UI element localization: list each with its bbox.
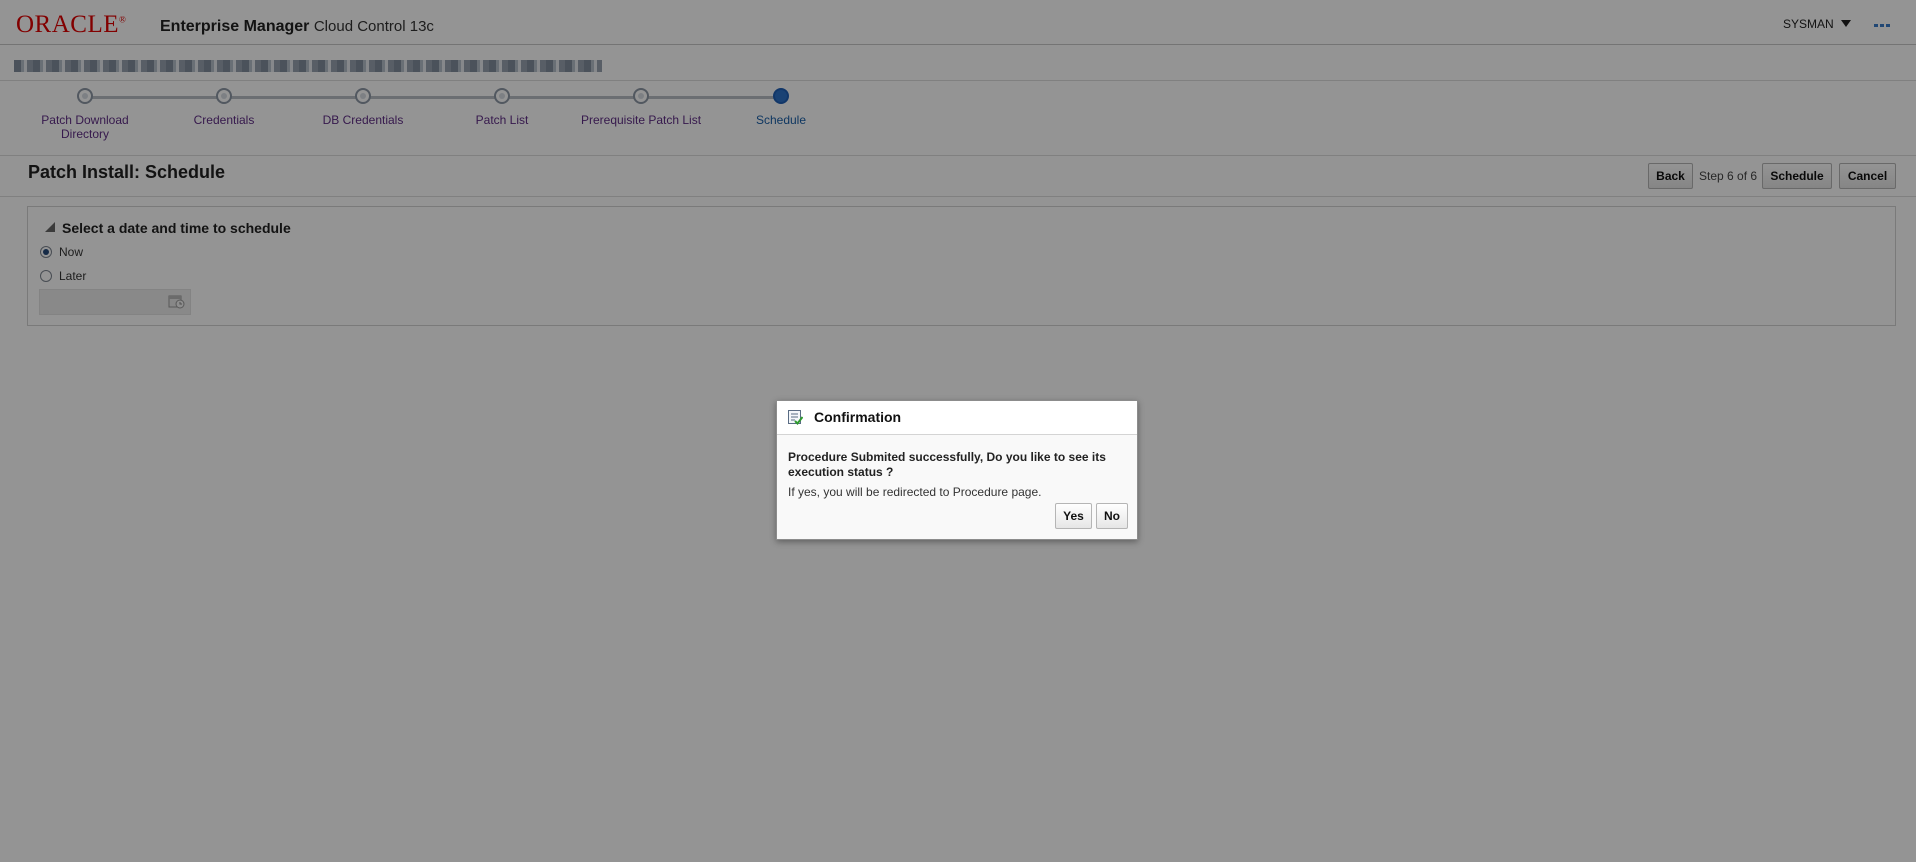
dialog-header: Confirmation [777, 401, 1137, 435]
dialog-subtext: If yes, you will be redirected to Proced… [788, 485, 1042, 499]
confirmation-dialog: Confirmation Procedure Submited successf… [776, 400, 1138, 540]
yes-button[interactable]: Yes [1055, 503, 1092, 529]
dialog-title: Confirmation [814, 409, 902, 425]
confirmation-icon [788, 410, 803, 425]
no-button[interactable]: No [1096, 503, 1128, 529]
dialog-message: Procedure Submited successfully, Do you … [788, 450, 1106, 479]
